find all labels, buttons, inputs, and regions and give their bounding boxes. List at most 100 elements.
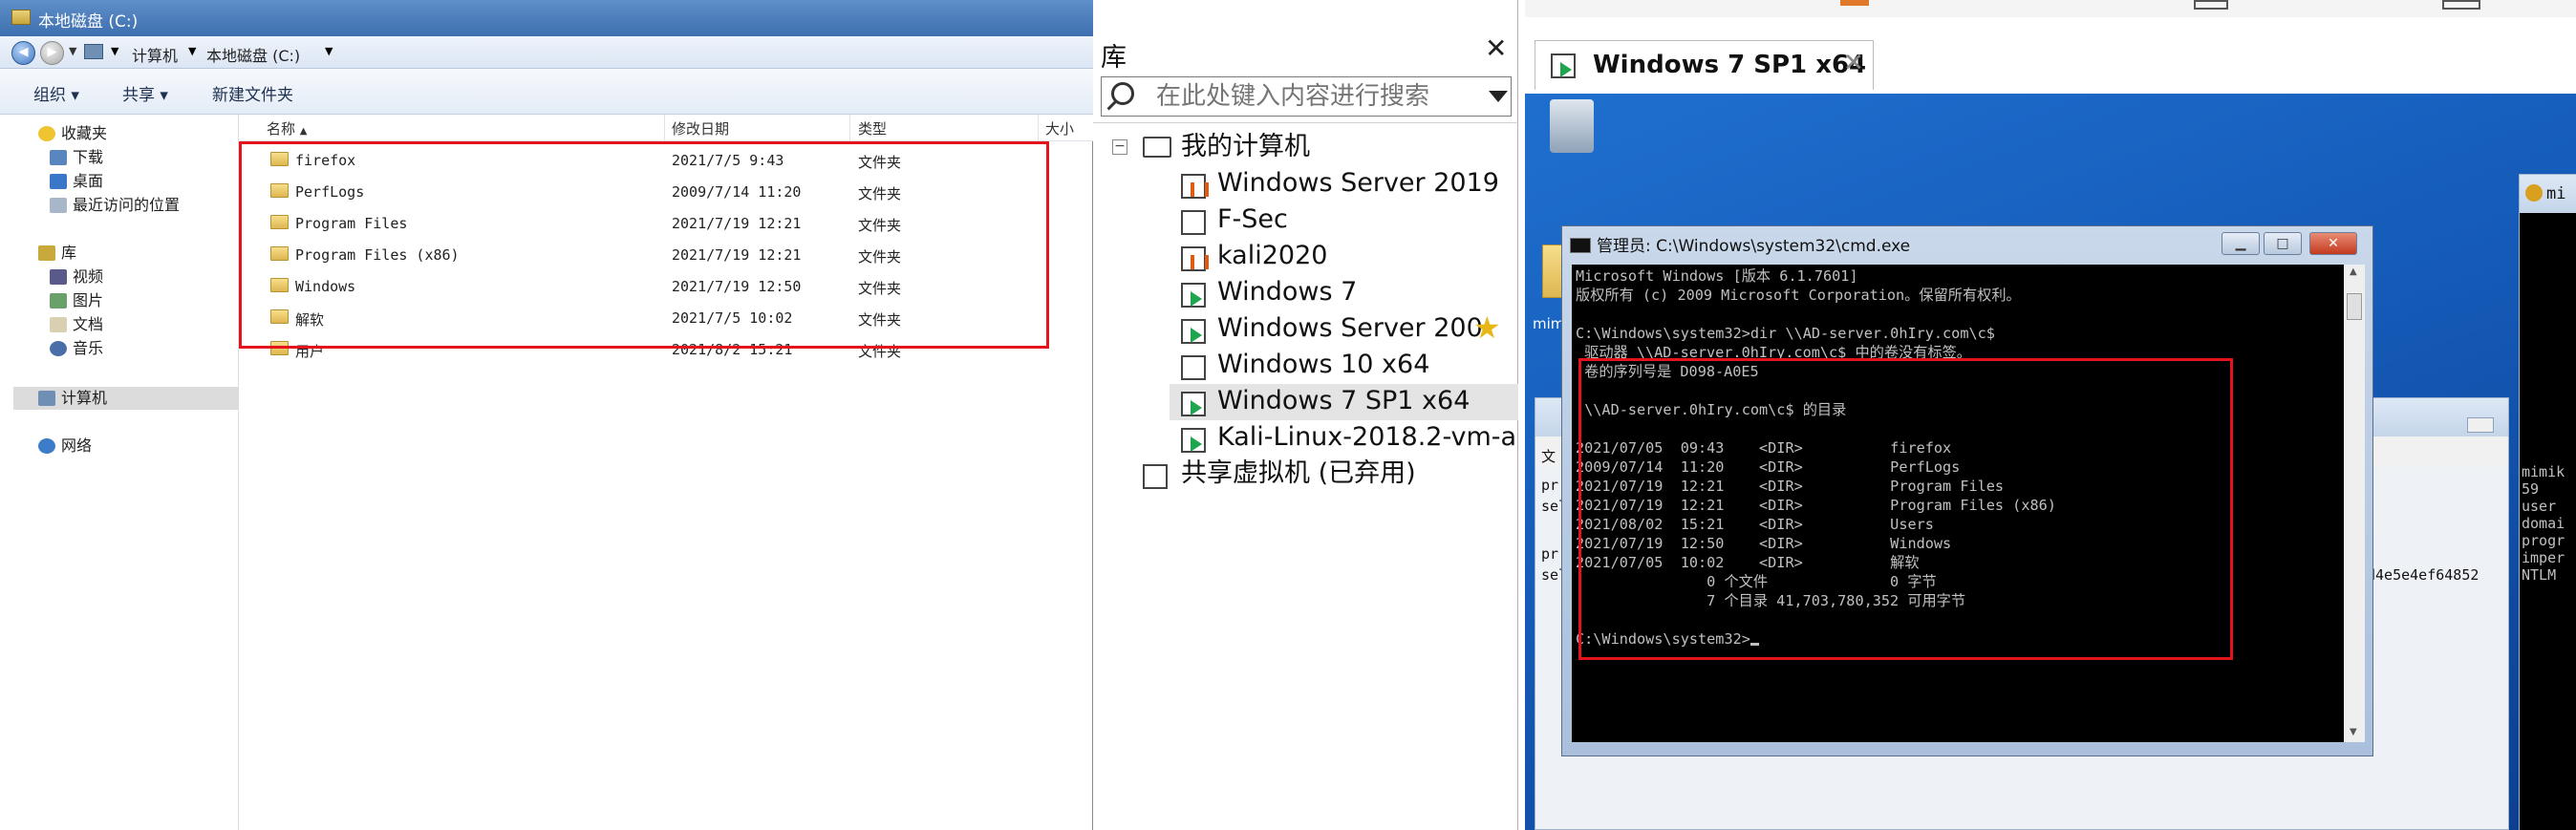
explorer-window: 本地磁盘 (C:) ◀ ▶ ▼ ▼ 计算机 ▼ 本地磁盘 (C:) ▼ 组织 ▾…: [0, 0, 1093, 830]
nav-pictures[interactable]: 图片: [50, 289, 103, 312]
nav-desktop[interactable]: 桌面: [50, 170, 103, 193]
toolbar-icon[interactable]: [2194, 0, 2228, 10]
nav-documents[interactable]: 文档: [50, 313, 103, 336]
vm-suspended-icon: [1181, 174, 1209, 199]
guest-desktop[interactable]: mim 文 pr sel pr sel d4e5e4ef64852 mi mim…: [1525, 94, 2576, 830]
shared-vm-icon: [1143, 464, 1168, 489]
vm-off-icon: [1181, 355, 1206, 380]
cmd-icon: [1570, 238, 1591, 253]
organize-button[interactable]: 组织 ▾: [33, 81, 79, 105]
toolbar-icon[interactable]: [1840, 0, 1869, 6]
computer-icon: [1143, 137, 1171, 158]
back-icon[interactable]: ◀: [11, 41, 35, 65]
column-type[interactable]: 类型: [858, 118, 887, 138]
share-button[interactable]: 共享 ▾: [122, 81, 168, 105]
close-icon[interactable]: ✕: [1485, 32, 1507, 64]
vm-suspended-icon: [1181, 246, 1209, 271]
column-separator[interactable]: [1038, 115, 1039, 141]
vm-running-icon: [1181, 428, 1206, 453]
download-folder-icon: [50, 150, 67, 165]
tree-shared-vms[interactable]: 共享虚拟机 (已弃用): [1181, 457, 1416, 491]
close-tab-icon[interactable]: ✕: [1843, 49, 1864, 77]
column-separator[interactable]: [849, 115, 850, 141]
breadcrumb-computer[interactable]: 计算机: [132, 43, 178, 66]
tree-vm-item[interactable]: Windows Server 200: [1217, 311, 1483, 346]
computer-icon: [84, 44, 103, 59]
column-size[interactable]: 大小: [1045, 118, 1074, 138]
explorer-titlebar[interactable]: 本地磁盘 (C:): [0, 0, 1093, 36]
cmd-titlebar[interactable]: 管理员: C:\Windows\system32\cmd.exe: [1570, 232, 1910, 256]
column-name[interactable]: 名称 ▲: [267, 118, 308, 138]
command-bar: 组织 ▾ 共享 ▾ 新建文件夹: [0, 69, 1093, 115]
music-icon: [50, 341, 67, 356]
cmd-window[interactable]: 管理员: C:\Windows\system32\cmd.exe ▁ □ ✕ M…: [1561, 225, 2373, 756]
library-title: 库: [1101, 43, 1127, 73]
scroll-up-icon[interactable]: ▲: [2350, 266, 2357, 277]
console-text: domai: [2522, 515, 2565, 532]
nav-favorites[interactable]: 收藏夹: [38, 122, 107, 145]
background-window-text: pr: [1541, 545, 1559, 563]
vm-tab[interactable]: Windows 7 SP1 x64 ✕: [1535, 40, 1874, 90]
tree-vm-item[interactable]: Windows 7: [1217, 275, 1357, 309]
chevron-down-icon[interactable]: [1489, 91, 1508, 102]
right-partial-window[interactable]: mi mimik 59 user domai progr imper NTLM …: [2519, 174, 2576, 830]
column-separator[interactable]: [664, 115, 665, 141]
picture-icon: [50, 293, 67, 309]
forward-icon[interactable]: ▶: [40, 41, 64, 65]
toolbar-strip: [1525, 0, 2576, 17]
cmd-scrollbar[interactable]: ▲ ▼: [2344, 265, 2365, 742]
console-text: imper: [2522, 549, 2565, 566]
cmd-title: 管理员: C:\Windows\system32\cmd.exe: [1597, 237, 1911, 256]
nav-music[interactable]: 音乐: [50, 337, 103, 360]
maximize-icon[interactable]: □: [2264, 232, 2302, 255]
console-text: NTLM: [2522, 566, 2557, 584]
nav-recent[interactable]: 最近访问的位置: [50, 194, 180, 217]
right-window-console: mimik 59 user domai progr imper NTLM mim…: [2520, 213, 2576, 830]
minimize-icon[interactable]: [2467, 417, 2494, 433]
nav-videos[interactable]: 视频: [50, 266, 103, 288]
history-dropdown-icon[interactable]: ▼: [69, 45, 76, 57]
nav-computer[interactable]: 计算机: [38, 387, 107, 410]
new-folder-button[interactable]: 新建文件夹: [212, 81, 293, 105]
star-icon: [38, 126, 55, 141]
recycle-bin-icon[interactable]: [1550, 99, 1594, 153]
console-text: 59: [2522, 480, 2540, 498]
desktop-icon-label: mim: [1533, 315, 1565, 332]
highlight-box: [1578, 358, 2233, 660]
tree-vm-item[interactable]: kali2020: [1217, 239, 1327, 273]
scrollbar-thumb[interactable]: [2347, 293, 2362, 320]
minimize-icon[interactable]: ▁: [2222, 232, 2260, 255]
chevron-down-icon[interactable]: ▼: [325, 45, 333, 57]
tree-vm-item[interactable]: F-Sec: [1217, 202, 1288, 237]
drive-icon: [11, 10, 31, 25]
background-window-text: 文: [1541, 448, 1556, 465]
highlight-box: [239, 141, 1049, 349]
tree-vm-item[interactable]: Windows 10 x64: [1217, 348, 1429, 382]
breadcrumb-drive[interactable]: 本地磁盘 (C:): [206, 43, 300, 66]
video-icon: [50, 269, 67, 285]
nav-downloads[interactable]: 下载: [50, 146, 103, 169]
background-window-text: d4e5e4ef64852: [2367, 566, 2479, 584]
tree-vm-item-selected[interactable]: Windows 7 SP1 x64: [1217, 384, 1470, 418]
tree-vm-item[interactable]: Kali-Linux-2018.2-vm-ar: [1217, 420, 1518, 455]
vm-running-icon: [1181, 319, 1206, 344]
computer-icon: [38, 391, 55, 406]
nav-libraries[interactable]: 库: [38, 242, 76, 265]
toolbar-icon[interactable]: [2442, 0, 2480, 10]
sort-ascending-icon: ▲: [299, 126, 308, 137]
chevron-down-icon[interactable]: ▼: [188, 45, 196, 57]
console-text: progr: [2522, 532, 2565, 549]
library-search-input[interactable]: [1154, 80, 1470, 113]
column-modified[interactable]: 修改日期: [672, 118, 729, 138]
collapse-icon[interactable]: −: [1112, 139, 1127, 155]
desktop-icon: [50, 174, 67, 189]
chevron-down-icon[interactable]: ▼: [111, 45, 118, 57]
vm-running-icon: [1181, 392, 1206, 416]
recent-places-icon: [50, 198, 67, 213]
nav-network[interactable]: 网络: [38, 435, 92, 458]
background-window-text: pr: [1541, 477, 1559, 494]
tree-my-computer[interactable]: 我的计算机: [1181, 130, 1310, 164]
scroll-down-icon[interactable]: ▼: [2350, 727, 2357, 737]
tree-vm-item[interactable]: Windows Server 2019: [1217, 166, 1499, 201]
close-icon[interactable]: ✕: [2309, 232, 2357, 255]
